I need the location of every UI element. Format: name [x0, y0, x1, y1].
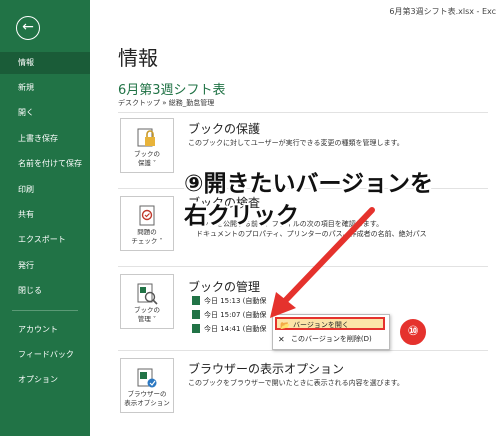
- step10-badge: ⑩: [398, 317, 428, 347]
- step9-callout-line1: ⑨開きたいバージョンを: [184, 171, 434, 197]
- step9-callout-line2: 右クリック: [184, 203, 299, 229]
